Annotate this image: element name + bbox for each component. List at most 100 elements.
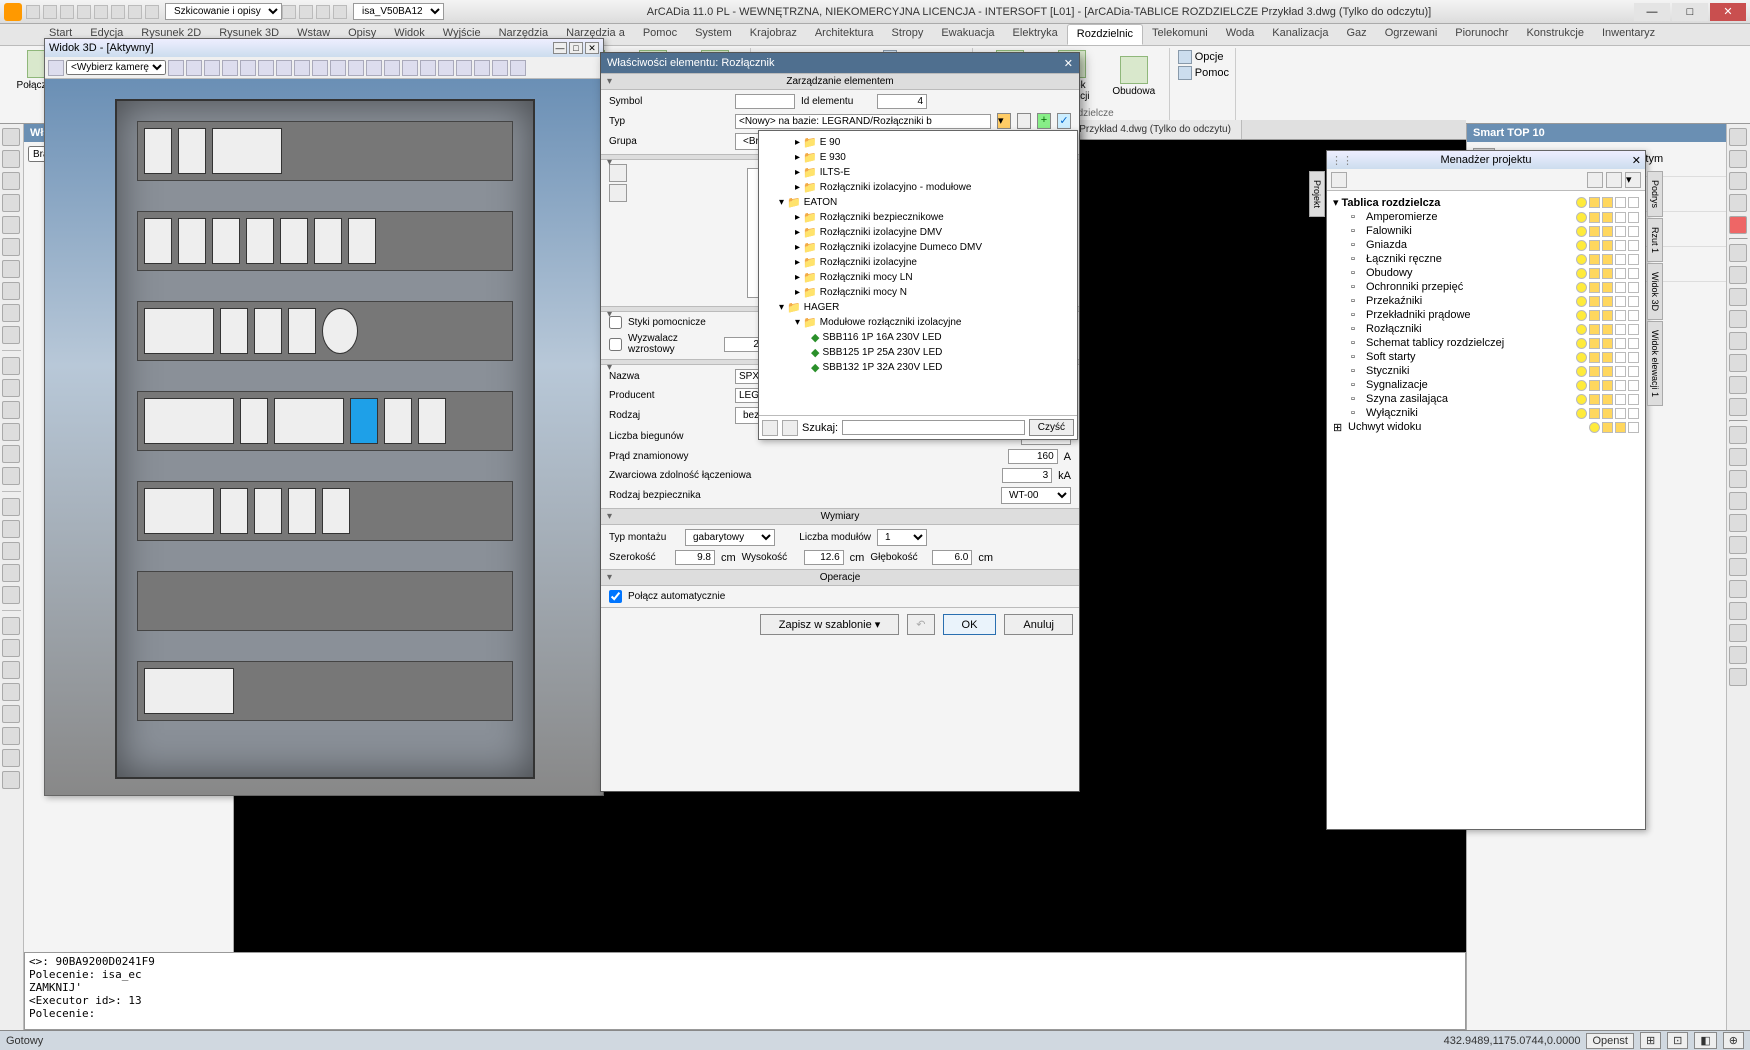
prad-input[interactable] [1008,449,1058,464]
ribbon-btn-obudowa[interactable]: Obudowa [1105,56,1163,97]
tree-folder[interactable]: ▸ 📁 Rozłączniki izolacyjno - modułowe [761,180,1075,195]
qat-icon[interactable] [77,5,91,19]
polacz-checkbox[interactable] [609,590,622,603]
tree-folder[interactable]: ▾ 📁 HAGER [761,300,1075,315]
projmgr-tb-icon[interactable] [1331,172,1347,188]
projmgr-vtab[interactable]: Rzut 1 [1647,218,1663,262]
projtree-item[interactable]: ▫Schemat tablicy rozdzielczej [1331,336,1641,350]
camera-select[interactable]: <Wybierz kamerę> [66,60,166,75]
quick-access-toolbar[interactable] [26,5,159,19]
tree-leaf[interactable]: ◆ SBB132 1P 32A 230V LED [761,360,1075,375]
projmgr-vtab[interactable]: Podrys [1647,171,1663,217]
dialog-close-icon[interactable]: ✕ [1064,57,1073,70]
projtree-item[interactable]: ▫Przekładniki prądowe [1331,308,1641,322]
projmgr-left-tab[interactable]: Projekt [1309,171,1325,217]
ribbon-tab[interactable]: Inwentaryz [1593,24,1664,45]
tree-folder[interactable]: ▸ 📁 Rozłączniki izolacyjne DMV [761,225,1075,240]
projtree-item[interactable]: ▫Rozłączniki [1331,322,1641,336]
typ-lib-icon[interactable] [1017,113,1031,129]
qat-icon[interactable] [60,5,74,19]
id-input[interactable] [877,94,927,109]
close-button[interactable]: ✕ [1710,3,1746,21]
grip-icon[interactable]: ⋮⋮ [1331,154,1353,167]
projmgr-tb-icon[interactable] [1606,172,1622,188]
tree-collapse-icon[interactable] [782,420,798,436]
projtree-item[interactable]: ▫Obudowy [1331,266,1641,280]
tree-folder[interactable]: ▸ 📁 E 930 [761,150,1075,165]
3d-close-icon[interactable]: ✕ [585,42,599,54]
ok-button[interactable]: OK [943,614,997,635]
tree-folder[interactable]: ▸ 📁 Rozłączniki mocy LN [761,270,1075,285]
wyzwalacz-checkbox[interactable] [609,338,622,351]
tree-search-input[interactable] [842,420,1025,435]
projtree-item[interactable]: ▫Soft starty [1331,350,1641,364]
projtree-item[interactable]: ▫Sygnalizacje [1331,378,1641,392]
tree-folder[interactable]: ▾ 📁 EATON [761,195,1075,210]
3d-viewport[interactable] [45,79,603,795]
ribbon-small-opcje[interactable]: Opcje [1178,50,1229,64]
3d-min-icon[interactable]: — [553,42,567,54]
qat-icon[interactable] [145,5,159,19]
qat-combo-file[interactable]: isa_V50BA12 [353,3,444,20]
montaz-select[interactable]: gabarytowy [685,529,775,546]
ribbon-tab[interactable]: Ogrzewani [1376,24,1447,45]
projtree-footer[interactable]: ⊞Uchwyt widoku [1331,420,1641,434]
qat-icon[interactable] [26,5,40,19]
projtree-item[interactable]: ▫Ochronniki przepięć [1331,280,1641,294]
status-icon[interactable]: ◧ [1694,1032,1716,1049]
tree-folder[interactable]: ▸ 📁 Rozłączniki bezpiecznikowe [761,210,1075,225]
projmgr-tb-icon[interactable] [1587,172,1603,188]
3d-toolbar[interactable]: <Wybierz kamerę> [45,57,603,79]
tree-clear-button[interactable]: Czyść [1029,419,1074,436]
typ-add-icon[interactable]: + [1037,113,1051,129]
typ-dropdown-icon[interactable]: ▾ [997,113,1011,129]
projtree-item[interactable]: ▫Amperomierze [1331,210,1641,224]
ribbon-tab[interactable]: Elektryka [1004,24,1067,45]
status-icon[interactable]: ⊞ [1640,1032,1661,1049]
projmgr-vtab[interactable]: Widok elewacji 1 [1647,321,1663,406]
undo-button[interactable]: ↶ [907,614,934,635]
section-operacje[interactable]: Operacje [601,569,1079,586]
modul-select[interactable]: 1 [877,529,927,546]
status-btn[interactable]: Openst [1586,1033,1633,1049]
gleb-input[interactable] [932,550,972,565]
ribbon-tab[interactable]: Stropy [883,24,933,45]
project-manager-window[interactable]: ⋮⋮Menadżer projektu✕ ▾ ▾ Tablica rozdzie… [1326,150,1646,830]
qat-icon[interactable] [111,5,125,19]
ribbon-tab[interactable]: Telekomuni [1143,24,1217,45]
type-library-tree[interactable]: ▸ 📁 E 90▸ 📁 E 930▸ 📁 ILTS-E▸ 📁 Rozłączni… [758,130,1078,440]
status-icon[interactable]: ⊕ [1723,1032,1744,1049]
projtree-root[interactable]: ▾ Tablica rozdzielcza [1331,195,1641,210]
ribbon-tab[interactable]: Piorunochr [1446,24,1517,45]
qat-icon[interactable] [128,5,142,19]
command-line[interactable]: <>: 90BA9200D0241F9 Polecenie: isa_ec ZA… [24,952,1466,1030]
projtree-item[interactable]: ▫Szyna zasilająca [1331,392,1641,406]
ribbon-tab[interactable]: Woda [1217,24,1264,45]
projtree-item[interactable]: ▫Falowniki [1331,224,1641,238]
projmgr-vtab[interactable]: Widok 3D [1647,263,1663,320]
tree-folder[interactable]: ▸ 📁 Rozłączniki izolacyjne [761,255,1075,270]
minimize-button[interactable]: — [1634,3,1670,21]
qat-icon[interactable] [94,5,108,19]
view-tab-2[interactable] [609,184,627,202]
zwarc-input[interactable] [1002,468,1052,483]
ribbon-tab[interactable]: Pomoc [634,24,686,45]
ribbon-tab[interactable]: System [686,24,741,45]
typ-check-icon[interactable]: ✓ [1057,113,1071,129]
section-management[interactable]: Zarządzanie elementem [601,73,1079,90]
qat-combo-sketch[interactable]: Szkicowanie i opisy [165,3,282,20]
ribbon-tab[interactable]: Architektura [806,24,883,45]
projtree-item[interactable]: ▫Łączniki ręczne [1331,252,1641,266]
qat-icon[interactable] [43,5,57,19]
wys-input[interactable] [804,550,844,565]
projtree-item[interactable]: ▫Przekaźniki [1331,294,1641,308]
tree-folder[interactable]: ▸ 📁 ILTS-E [761,165,1075,180]
ribbon-tab[interactable]: Gaz [1338,24,1376,45]
ribbon-small-pomoc[interactable]: Pomoc [1178,66,1229,80]
projtree-item[interactable]: ▫Gniazda [1331,238,1641,252]
tree-expand-icon[interactable] [762,420,778,436]
symbol-input[interactable] [735,94,795,109]
maximize-button[interactable]: □ [1672,3,1708,21]
3d-view-window[interactable]: Widok 3D - [Aktywny]—□✕ <Wybierz kamerę> [44,38,604,796]
typ-input[interactable] [735,114,991,129]
